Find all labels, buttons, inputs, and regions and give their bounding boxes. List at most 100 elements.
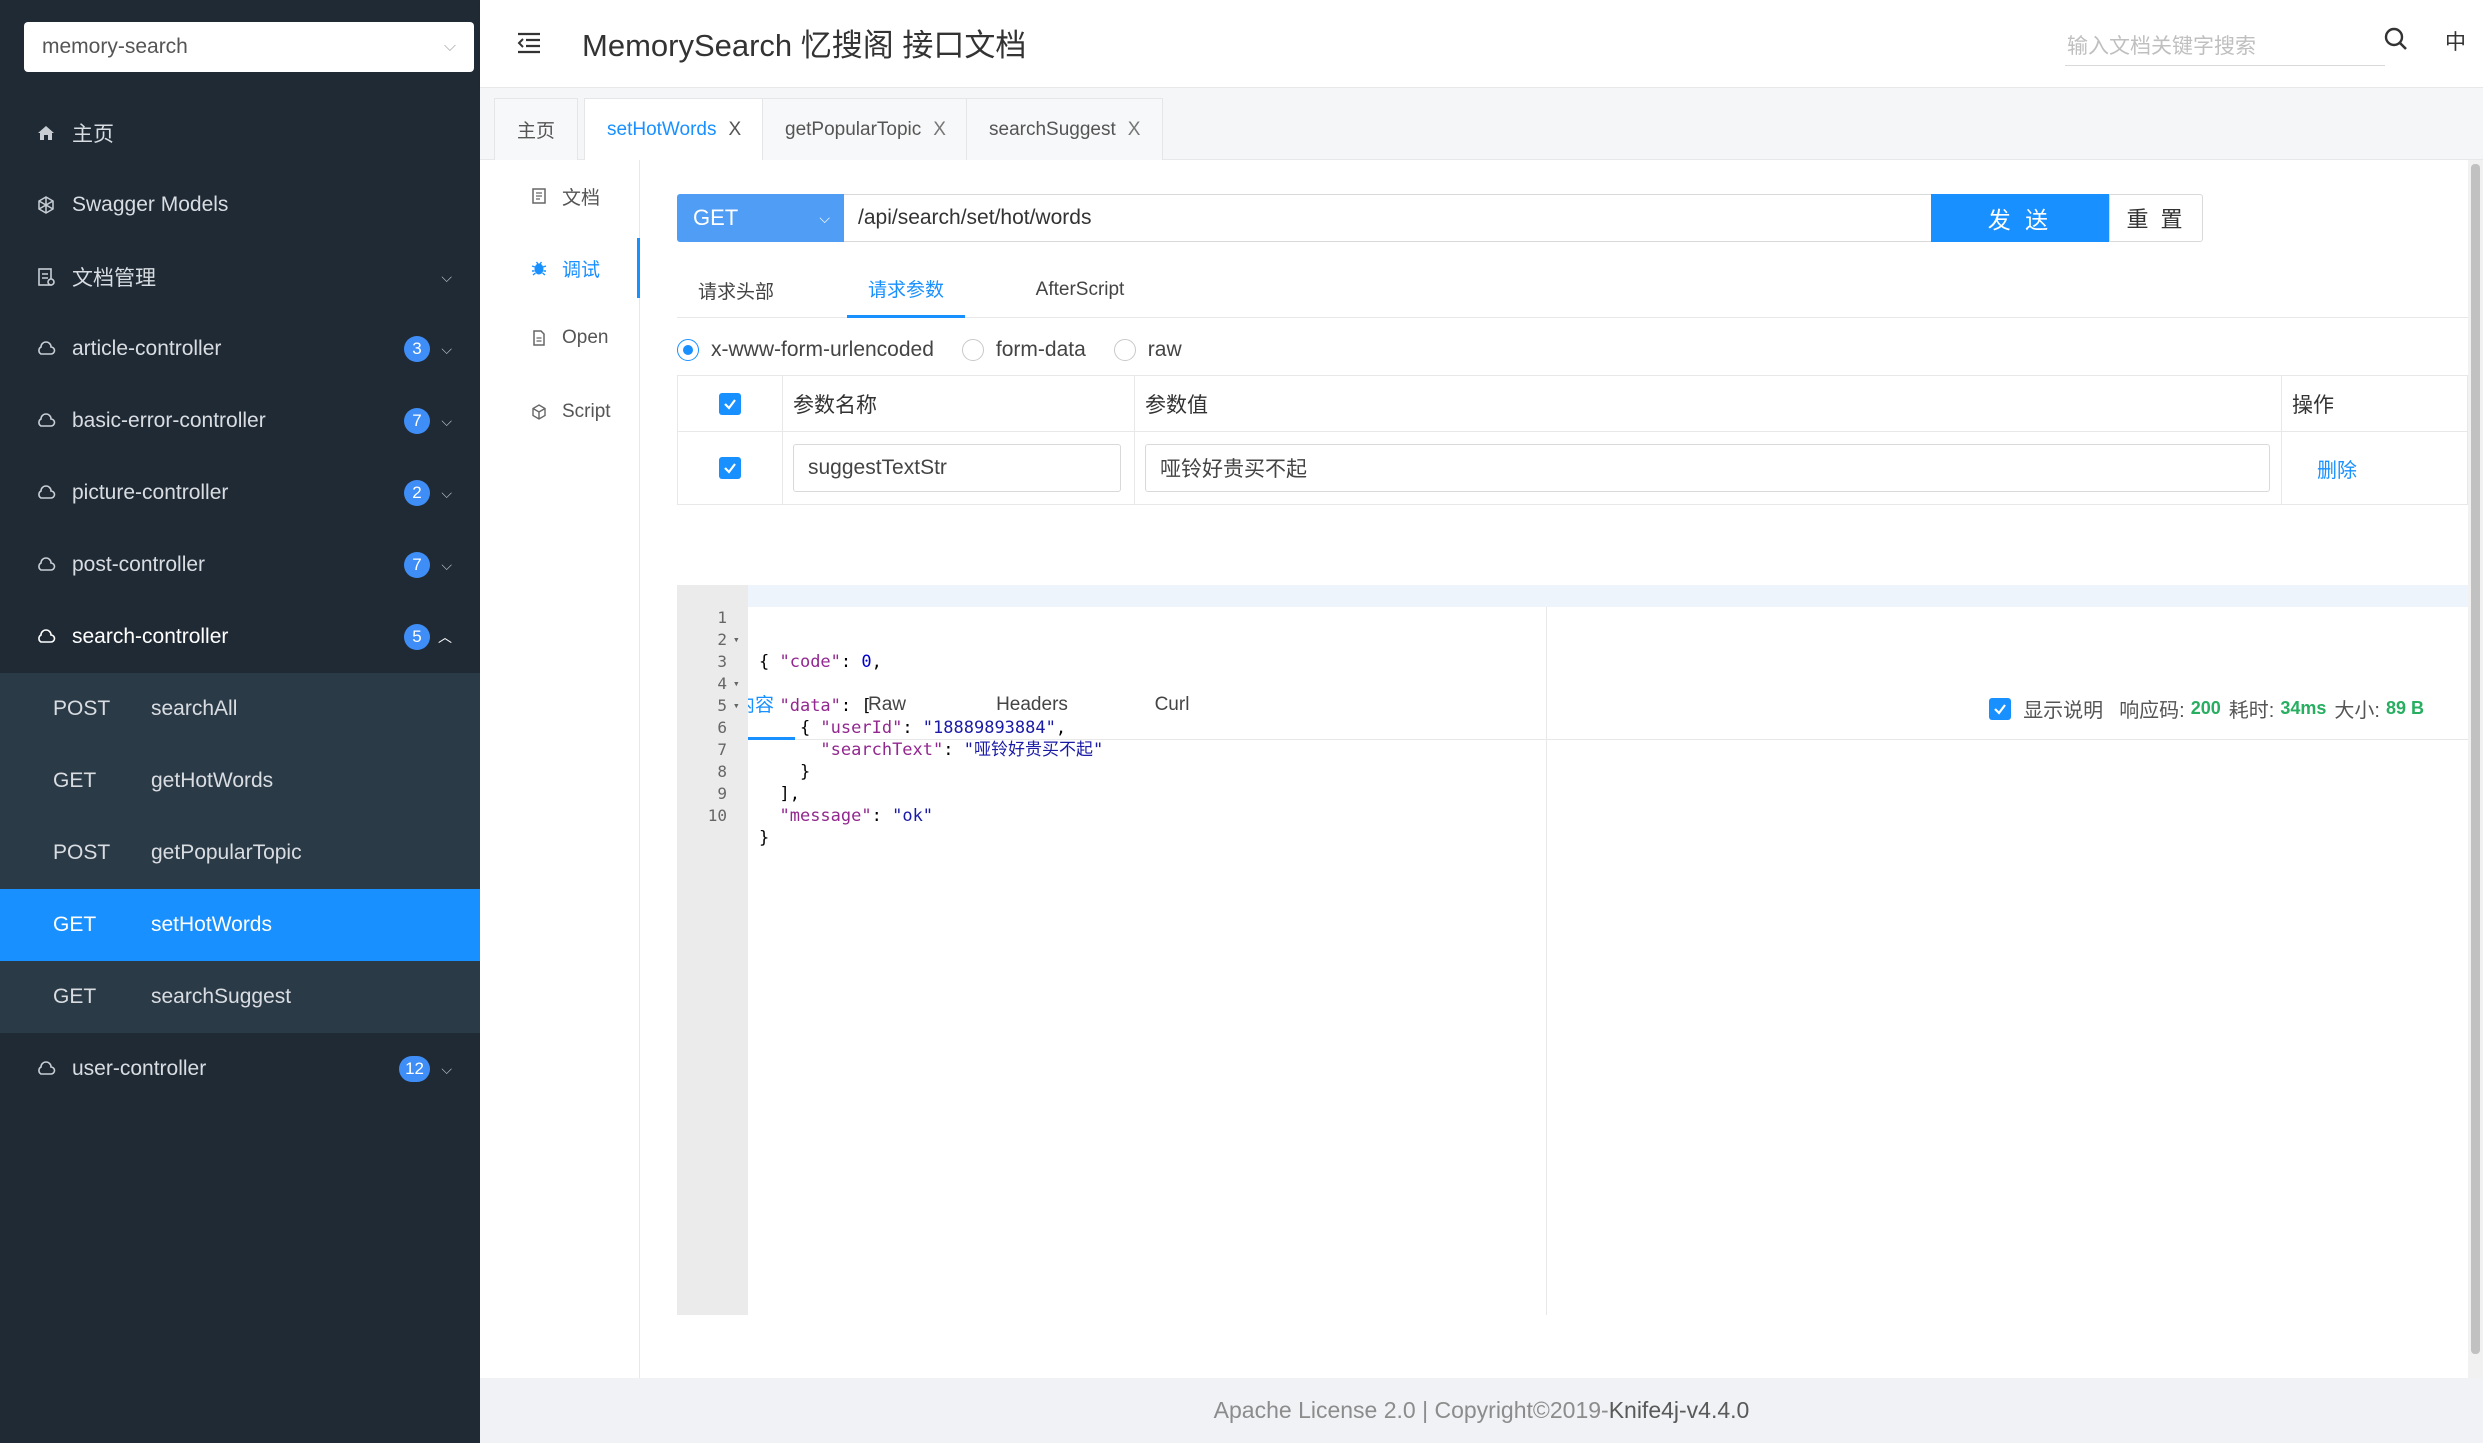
bug-icon [530, 259, 548, 277]
radio-dot [961, 339, 984, 361]
sidebar-item-post-controller[interactable]: post-controller 7 ⌵ [0, 529, 480, 601]
scrollbar-thumb[interactable] [2471, 164, 2480, 1354]
param-name-cell: suggestTextStr [783, 432, 1135, 504]
cloud-icon [36, 411, 56, 431]
document-icon [530, 187, 548, 205]
tab-request-params[interactable]: 请求参数 [847, 262, 965, 318]
close-icon[interactable]: X [728, 119, 741, 141]
row-select-cell [678, 432, 783, 504]
param-value-input[interactable]: 哑铃好贵买不起 [1145, 444, 2270, 492]
debug-panel: GET ⌵ /api/search/set/hot/words 发 送 重 置 … [640, 160, 2468, 1378]
chevron-down-icon: ⌵ [441, 484, 452, 501]
endpoint-name: setHotWords [151, 913, 272, 936]
send-button[interactable]: 发 送 [1931, 194, 2109, 242]
sidebar-item-docs-manage[interactable]: 文档管理 ⌵ [0, 241, 480, 313]
table-header-row: 参数名称 参数值 操作 [678, 376, 2467, 432]
chevron-down-icon: ⌵ [441, 412, 452, 429]
vnav-debug[interactable]: 调试 [480, 238, 640, 298]
sidebar-item-swagger-models[interactable]: Swagger Models [0, 169, 480, 241]
search-icon[interactable] [2380, 24, 2412, 56]
column-header-name: 参数名称 [783, 376, 1135, 431]
vnav-label: 调试 [562, 259, 601, 281]
project-select-value: memory-search [42, 35, 188, 58]
column-header-op: 操作 [2292, 393, 2334, 417]
close-icon[interactable]: X [1128, 119, 1141, 141]
page-title: MemorySearch 忆搜阁 接口文档 [582, 28, 1027, 63]
sidebar-item-basic-error-controller[interactable]: basic-error-controller 7 ⌵ [0, 385, 480, 457]
endpoint-searchAll[interactable]: POST searchAll [0, 673, 480, 745]
radio-form-data[interactable]: form-data [961, 338, 1086, 362]
tab-home[interactable]: 主页 [494, 98, 579, 160]
endpoint-getPopularTopic[interactable]: POST getPopularTopic [0, 817, 480, 889]
main-scrollbar[interactable] [2468, 160, 2483, 1378]
chevron-down-icon: ⌵ [819, 209, 830, 226]
radio-raw[interactable]: raw [1113, 338, 1182, 362]
search-controller-endpoints: POST searchAll GET getHotWords POST getP… [0, 673, 480, 1033]
radio-urlencoded[interactable]: x-www-form-urlencoded [677, 338, 934, 362]
vnav-label: 文档 [562, 187, 601, 209]
tab-afterscript[interactable]: AfterScript [1015, 262, 1145, 318]
param-name-input[interactable]: suggestTextStr [793, 444, 1121, 492]
project-select[interactable]: memory-search ⌵ [24, 22, 474, 72]
param-op-cell: 删除 [2282, 432, 2467, 504]
vnav-docs[interactable]: 文档 [480, 166, 640, 226]
radio-label: x-www-form-urlencoded [711, 338, 934, 361]
http-method: GET [53, 769, 97, 792]
cloud-icon [36, 555, 56, 575]
endpoint-searchSuggest[interactable]: GET searchSuggest [0, 961, 480, 1033]
param-value-cell: 哑铃好贵买不起 [1135, 432, 2282, 504]
reset-button[interactable]: 重 置 [2109, 194, 2203, 242]
code-line: 2 "code": 0, [677, 607, 2468, 672]
cube-icon [36, 195, 56, 215]
count-badge: 3 [404, 336, 430, 362]
search-input[interactable]: 输入文档关键字搜索 [2065, 24, 2385, 66]
request-tabs: 请求头部 请求参数 AfterScript [677, 262, 2468, 318]
close-icon[interactable]: X [933, 119, 946, 141]
row-checkbox[interactable] [719, 457, 741, 479]
tab-searchSuggest[interactable]: searchSuggest X [966, 98, 1164, 160]
endpoint-setHotWords[interactable]: GET setHotWords [0, 889, 480, 961]
json-key: "message" [779, 806, 872, 826]
vnav-open[interactable]: Open [480, 308, 640, 368]
http-method: GET [53, 913, 97, 936]
footer: Apache License 2.0 | Copyright © 2019- K… [480, 1378, 2483, 1443]
sidebar-item-user-controller[interactable]: user-controller 12 ⌵ [0, 1033, 480, 1105]
select-all-cell [678, 376, 783, 431]
sidebar-item-picture-controller[interactable]: picture-controller 2 ⌵ [0, 457, 480, 529]
doc-view-nav: 文档 调试 Open Script [480, 160, 640, 1378]
tab-request-headers[interactable]: 请求头部 [677, 262, 795, 318]
sidebar-item-home[interactable]: 主页 [0, 97, 480, 169]
code-line: 10 } [677, 783, 2468, 848]
delete-link[interactable]: 删除 [2317, 454, 2357, 483]
chevron-down-icon: ⌵ [441, 556, 452, 573]
cloud-icon [36, 483, 56, 503]
code-line: 1 ▾ { [677, 585, 2468, 672]
tab-getPopularTopic[interactable]: getPopularTopic X [762, 98, 969, 160]
code-line: 4 ▾ { [677, 651, 2468, 738]
vnav-script[interactable]: Script [480, 382, 640, 442]
http-method: GET [53, 985, 97, 1008]
url-input[interactable]: /api/search/set/hot/words [844, 194, 1932, 242]
chevron-down-icon: ⌵ [443, 38, 456, 55]
menu-fold-icon[interactable] [514, 28, 544, 58]
footer-brand: Knife4j-v4.4.0 [1608, 1397, 1750, 1423]
table-row: suggestTextStr 哑铃好贵买不起 删除 [678, 432, 2467, 504]
vnav-label: Open [562, 327, 609, 348]
footer-license: Apache License 2.0 | Copyright [1213, 1397, 1533, 1423]
json-string: "ok" [892, 806, 934, 826]
language-switch[interactable]: 中 [2445, 26, 2466, 56]
tab-setHotWords[interactable]: setHotWords X [584, 98, 765, 160]
home-icon [36, 123, 56, 143]
column-header-value: 参数值 [1135, 376, 2282, 431]
sidebar-item-search-controller[interactable]: search-controller 5 ︿ [0, 601, 480, 673]
cloud-icon [36, 339, 56, 359]
page-tabs: 主页 setHotWords X getPopularTopic X searc… [480, 88, 2483, 160]
content-type-group: x-www-form-urlencoded form-data raw [677, 330, 1210, 370]
response-editor[interactable]: 1 ▾ { 2 "code": 0, 3 ▾ "data": [ 4 ▾ { 5… [677, 585, 2468, 1315]
sidebar-item-article-controller[interactable]: article-controller 3 ⌵ [0, 313, 480, 385]
sidebar-item-label: picture-controller [72, 481, 229, 504]
count-badge: 5 [404, 624, 430, 650]
method-select[interactable]: GET ⌵ [677, 194, 844, 242]
select-all-checkbox[interactable] [719, 392, 741, 415]
endpoint-getHotWords[interactable]: GET getHotWords [0, 745, 480, 817]
